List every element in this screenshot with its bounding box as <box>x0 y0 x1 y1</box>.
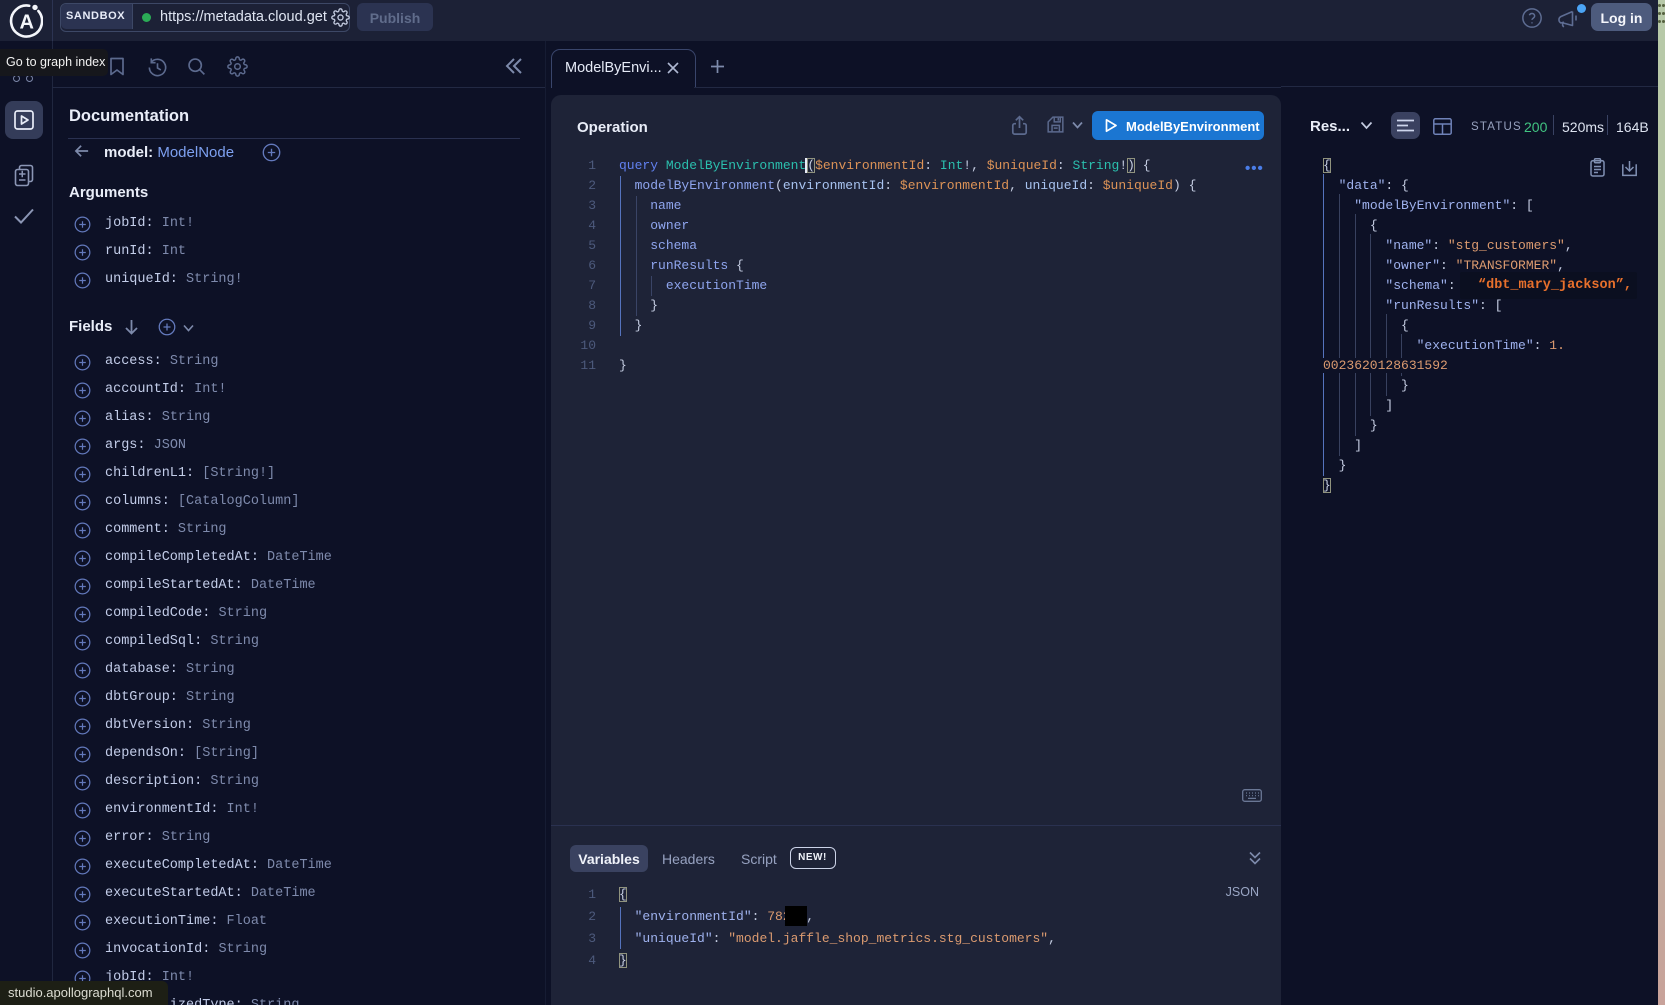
svg-text:A: A <box>19 12 33 34</box>
